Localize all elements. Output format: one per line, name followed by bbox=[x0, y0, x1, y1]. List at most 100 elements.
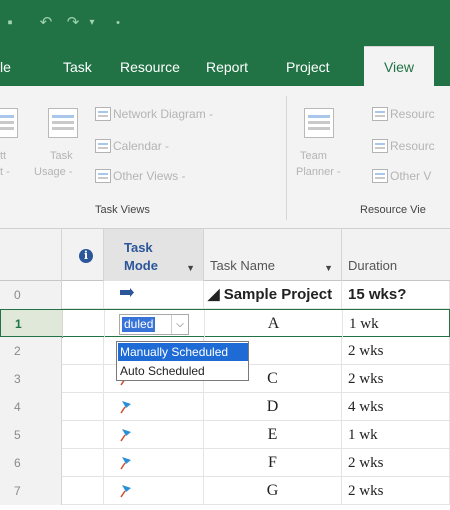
chevron-down-icon[interactable]: ⌵ bbox=[171, 315, 188, 334]
task-name-header-text: Task Name bbox=[210, 258, 276, 273]
task-name-cell[interactable]: A bbox=[205, 310, 343, 338]
duration-column-header[interactable]: Duration bbox=[342, 229, 450, 281]
indicator-cell bbox=[63, 310, 105, 338]
duration-cell[interactable]: 2 wks bbox=[342, 477, 450, 505]
duration-cell[interactable]: 2 wks bbox=[342, 365, 450, 393]
ribbon-group-separator bbox=[286, 96, 287, 220]
calendar-button[interactable]: Calendar - bbox=[113, 138, 169, 154]
indicator-cell bbox=[62, 281, 104, 309]
task-mode-header-line1: Task bbox=[124, 240, 153, 255]
table-row[interactable]: 5 E 1 wk bbox=[0, 421, 450, 449]
table-row[interactable]: 0 ◢ Sample Project 15 wks? bbox=[0, 281, 450, 309]
calendar-icon[interactable] bbox=[95, 139, 111, 153]
network-diagram-button[interactable]: Network Diagram - bbox=[113, 106, 213, 122]
table-row[interactable]: 4 D 4 wks bbox=[0, 393, 450, 421]
task-name-cell[interactable]: F bbox=[204, 449, 342, 477]
tab-report[interactable]: Report bbox=[206, 46, 248, 86]
manual-pin-icon bbox=[120, 429, 131, 442]
row-id: 0 bbox=[0, 281, 62, 309]
chevron-down-icon[interactable]: ▼ bbox=[324, 263, 333, 273]
resource-views-group-label: Resource Vie bbox=[360, 204, 426, 216]
gantt-chart-label: tt bbox=[0, 150, 7, 162]
duration-cell[interactable]: 2 wks bbox=[342, 337, 450, 365]
task-usage-dropdown-label[interactable]: Usage - bbox=[34, 164, 73, 180]
save-icon[interactable]: ▪ bbox=[4, 14, 16, 32]
tab-file[interactable]: le bbox=[0, 46, 11, 86]
auto-scheduled-icon bbox=[120, 288, 134, 297]
duration-cell[interactable]: 4 wks bbox=[342, 393, 450, 421]
option-manually-scheduled[interactable]: Manually Scheduled bbox=[118, 343, 248, 361]
row-id: 3 bbox=[0, 365, 62, 393]
indicator-cell bbox=[62, 421, 104, 449]
tab-view[interactable]: View bbox=[364, 46, 434, 86]
task-name-cell[interactable]: D bbox=[204, 393, 342, 421]
indicators-column-header[interactable]: i bbox=[62, 229, 104, 281]
indicator-cell bbox=[62, 449, 104, 477]
other-views-icon[interactable] bbox=[95, 169, 111, 183]
resource-usage-button[interactable]: Resourc bbox=[390, 138, 435, 154]
ribbon-tabs: le Task Resource Report Project View bbox=[0, 46, 450, 86]
row-id: 7 bbox=[0, 477, 62, 505]
team-planner-dropdown-label[interactable]: Planner - bbox=[296, 164, 341, 180]
chevron-down-icon[interactable]: ▼ bbox=[186, 263, 195, 273]
duration-cell[interactable]: 1 wk bbox=[342, 421, 450, 449]
select-all-corner[interactable] bbox=[0, 229, 62, 281]
task-mode-cell[interactable] bbox=[104, 449, 204, 477]
task-mode-header-text: Task Mode bbox=[124, 239, 158, 275]
grid-header: i Task Mode ▼ Task Name ▼ Duration bbox=[0, 229, 450, 281]
tab-resource[interactable]: Resource bbox=[120, 46, 180, 86]
resource-other-views-icon[interactable] bbox=[372, 169, 388, 183]
table-row[interactable]: 7 G 2 wks bbox=[0, 477, 450, 505]
indicator-cell bbox=[62, 337, 104, 365]
task-name-column-header[interactable]: Task Name ▼ bbox=[204, 229, 342, 281]
title-bar: ▪ ↶ ↷ ▾ • bbox=[0, 0, 450, 46]
option-auto-scheduled[interactable]: Auto Scheduled bbox=[118, 362, 248, 380]
tab-task[interactable]: Task bbox=[63, 46, 92, 86]
team-planner-icon[interactable] bbox=[304, 108, 334, 138]
task-views-group-label: Task Views bbox=[95, 204, 150, 216]
table-row[interactable]: 1 duled ⌵ A 1 wk bbox=[0, 309, 450, 338]
tab-project[interactable]: Project bbox=[286, 46, 330, 86]
manual-pin-icon bbox=[120, 457, 131, 470]
customize-qat-icon[interactable]: ▾ bbox=[88, 14, 96, 32]
duration-cell[interactable]: 2 wks bbox=[342, 449, 450, 477]
task-mode-select-value[interactable]: duled bbox=[122, 317, 156, 332]
table-row[interactable]: 6 F 2 wks bbox=[0, 449, 450, 477]
redo-icon[interactable]: ↷ bbox=[62, 14, 84, 32]
row-id: 1 bbox=[1, 310, 63, 338]
task-usage-label: Task bbox=[50, 150, 73, 162]
duration-cell[interactable]: 1 wk bbox=[343, 310, 450, 338]
task-name-cell[interactable]: ◢ Sample Project bbox=[204, 281, 342, 309]
task-mode-dropdown: Manually Scheduled Auto Scheduled bbox=[116, 341, 249, 381]
task-name-cell[interactable]: E bbox=[204, 421, 342, 449]
task-mode-select[interactable]: duled ⌵ bbox=[119, 314, 189, 335]
task-mode-column-header[interactable]: Task Mode ▼ bbox=[104, 229, 204, 281]
manual-pin-icon bbox=[120, 485, 131, 498]
resource-sheet-icon[interactable] bbox=[372, 107, 388, 121]
duration-header-text: Duration bbox=[348, 258, 398, 273]
task-mode-cell[interactable] bbox=[104, 393, 204, 421]
undo-icon[interactable]: ↶ bbox=[36, 14, 56, 32]
indicator-cell bbox=[62, 393, 104, 421]
other-views-button[interactable]: Other Views - bbox=[113, 168, 185, 184]
task-mode-cell[interactable] bbox=[104, 477, 204, 505]
resource-other-views-button[interactable]: Other V bbox=[390, 168, 431, 184]
ribbon: tt t - Task Usage - Network Diagram - Ca… bbox=[0, 86, 450, 229]
gantt-chart-dropdown-label[interactable]: t - bbox=[0, 164, 10, 180]
task-mode-cell[interactable] bbox=[104, 281, 204, 309]
task-mode-cell[interactable]: duled ⌵ bbox=[105, 310, 205, 338]
task-usage-icon[interactable] bbox=[48, 108, 78, 138]
resource-sheet-button[interactable]: Resourc bbox=[390, 106, 435, 122]
qat-marker-icon[interactable]: • bbox=[106, 14, 130, 32]
task-mode-cell[interactable] bbox=[104, 421, 204, 449]
gantt-chart-icon[interactable] bbox=[0, 108, 18, 138]
row-id: 6 bbox=[0, 449, 62, 477]
row-id: 2 bbox=[0, 337, 62, 365]
network-diagram-icon[interactable] bbox=[95, 107, 111, 121]
team-planner-label: Team bbox=[300, 150, 327, 162]
task-name-cell[interactable]: G bbox=[204, 477, 342, 505]
info-icon: i bbox=[79, 249, 93, 263]
duration-cell[interactable]: 15 wks? bbox=[342, 281, 450, 309]
row-id: 4 bbox=[0, 393, 62, 421]
resource-usage-icon[interactable] bbox=[372, 139, 388, 153]
